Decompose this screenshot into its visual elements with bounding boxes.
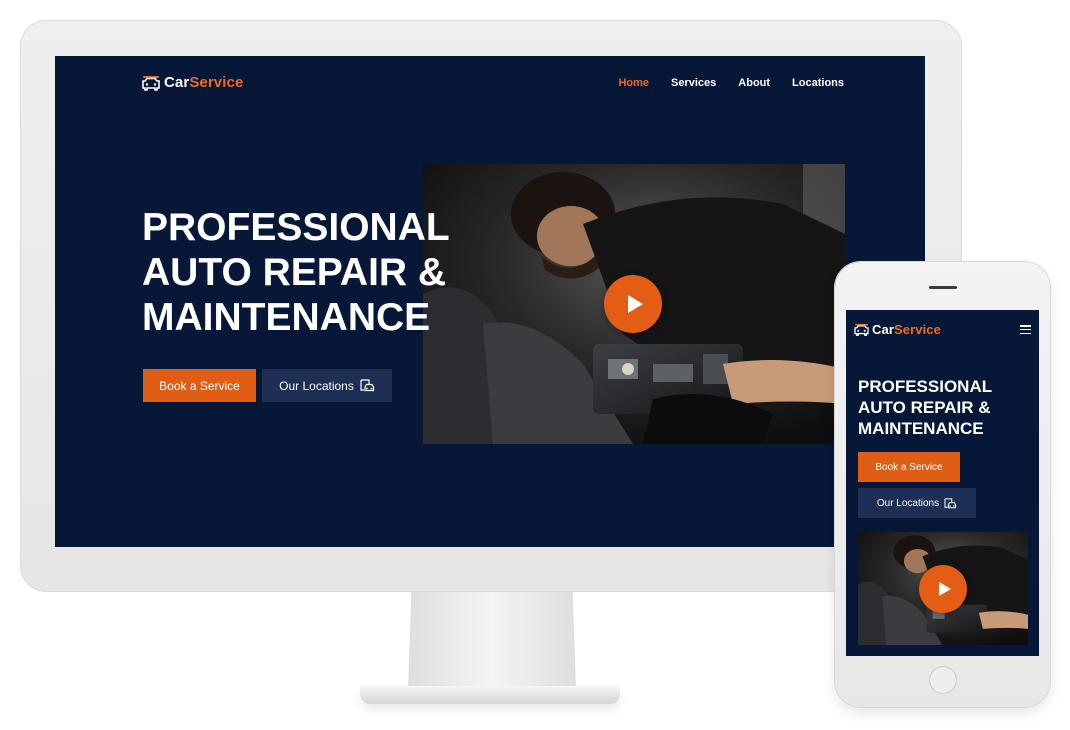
car-logo-icon (854, 323, 869, 336)
phone-home-button (929, 666, 957, 694)
car-location-icon (944, 497, 957, 508)
play-video-button[interactable] (604, 275, 662, 333)
mobile-brand-name-part2: Service (893, 322, 941, 337)
nav-link-services[interactable]: Services (671, 77, 716, 89)
our-locations-label: Our Locations (279, 378, 354, 393)
mobile-hero-headline-line1: PROFESSIONAL (858, 377, 993, 396)
mobile-phone-frame: CarService PROFESSIONAL AUTO REPAIR & MA… (835, 262, 1050, 707)
brand-name-part1: Car (164, 74, 190, 91)
car-location-icon (360, 379, 374, 392)
mobile-brand-name-part1: Car (872, 322, 894, 337)
hero-headline-line2: AUTO REPAIR & (142, 251, 447, 294)
brand-name: CarService (164, 74, 243, 91)
hamburger-menu-icon[interactable] (1020, 325, 1031, 334)
hero-headline: PROFESSIONAL AUTO REPAIR & MAINTENANCE (142, 205, 482, 340)
desktop-screen: CarService Home Services About Locations (55, 56, 925, 547)
mobile-screen: CarService PROFESSIONAL AUTO REPAIR & MA… (846, 310, 1039, 656)
mobile-brand-logo[interactable]: CarService (854, 322, 941, 337)
nav-link-locations[interactable]: Locations (792, 77, 844, 89)
our-locations-button[interactable]: Our Locations (262, 369, 392, 402)
play-icon (938, 582, 951, 596)
mobile-book-service-button[interactable]: Book a Service (858, 452, 960, 482)
brand-name-part2: Service (189, 74, 244, 91)
mobile-hero-video[interactable] (858, 532, 1028, 645)
mobile-hero-headline: PROFESSIONAL AUTO REPAIR & MAINTENANCE (858, 376, 992, 439)
monitor-base (360, 686, 620, 704)
phone-speaker (929, 286, 957, 289)
book-service-button[interactable]: Book a Service (143, 369, 256, 402)
mobile-hero-headline-line2: AUTO REPAIR & (858, 398, 991, 417)
mobile-our-locations-label: Our Locations (876, 497, 940, 509)
hero-headline-line1: PROFESSIONAL (142, 206, 450, 249)
mobile-brand-name: CarService (872, 322, 941, 337)
main-navigation: Home Services About Locations (618, 77, 844, 89)
nav-link-about[interactable]: About (738, 77, 770, 89)
hero-headline-line3: MAINTENANCE (142, 296, 431, 339)
play-icon (627, 295, 643, 313)
mobile-play-video-button[interactable] (919, 565, 967, 613)
hero-video[interactable] (423, 164, 845, 444)
monitor-stand (408, 592, 576, 688)
car-logo-icon (142, 75, 160, 91)
mobile-hero-headline-line3: MAINTENANCE (858, 419, 984, 438)
mobile-our-locations-button[interactable]: Our Locations (858, 488, 976, 518)
brand-logo[interactable]: CarService (142, 74, 243, 91)
nav-link-home[interactable]: Home (618, 77, 649, 89)
